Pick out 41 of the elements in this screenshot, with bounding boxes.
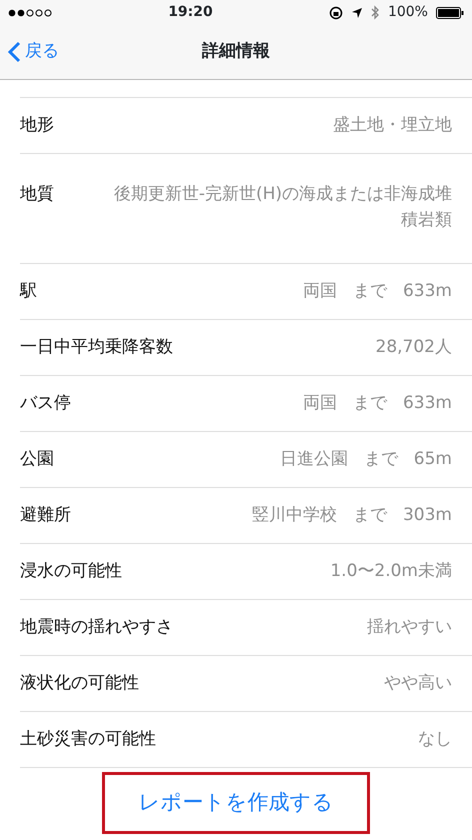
row-value: まで [364,448,398,471]
row-label: 駅 [20,280,37,303]
row-label: 一日中平均乗降客数 [20,336,173,359]
back-button[interactable]: 戻る [0,39,67,65]
row-label: 土砂災害の可能性 [20,728,156,751]
row-value: 後期更新世-完新世(H)の海成または非海成堆積岩類 [112,183,452,232]
row-value: 竪川中学校 [252,504,337,527]
row-value: 日進公園 [280,448,348,471]
signal-icon [8,8,52,16]
row-value: 1.0〜2.0m未満 [330,560,452,583]
row-value: 揺れやすい [367,616,452,639]
battery-icon [436,6,464,18]
row-value: 両国 [302,280,337,303]
chevron-left-icon [8,41,21,63]
bluetooth-icon [370,5,380,20]
row-label: 避難所 [20,504,71,527]
location-icon [350,6,363,18]
row-value: 633m [402,280,452,303]
row-label: 地震時の揺れやすさ [20,616,173,639]
row-value: 633m [402,392,452,415]
row-value: なし [418,728,452,751]
row-label: 地質 [20,183,54,206]
row-value: やや高い [384,672,452,695]
screen-title: 詳細情報 [202,40,270,64]
row-label: バス停 [20,392,71,415]
battery-percent: 100% [388,3,428,22]
row-value: 65m [414,448,452,471]
report-button[interactable]: レポートを作成する [102,772,370,834]
row-value: 28,702人 [376,336,452,359]
row-value: 盛土地・埋立地 [333,114,452,137]
row-label: 浸水の可能性 [20,560,122,583]
row-label: 地形 [20,114,54,137]
row-value: まで [352,392,387,415]
row-label: 公園 [20,448,54,471]
status-time: 19:20 [168,3,213,22]
row-value: 両国 [302,392,337,415]
row-value: 303m [402,504,452,527]
row-value: まで [352,280,387,303]
row-label: 液状化の可能性 [20,672,139,695]
rotation-lock-icon [328,6,343,20]
row-value: まで [352,504,387,527]
